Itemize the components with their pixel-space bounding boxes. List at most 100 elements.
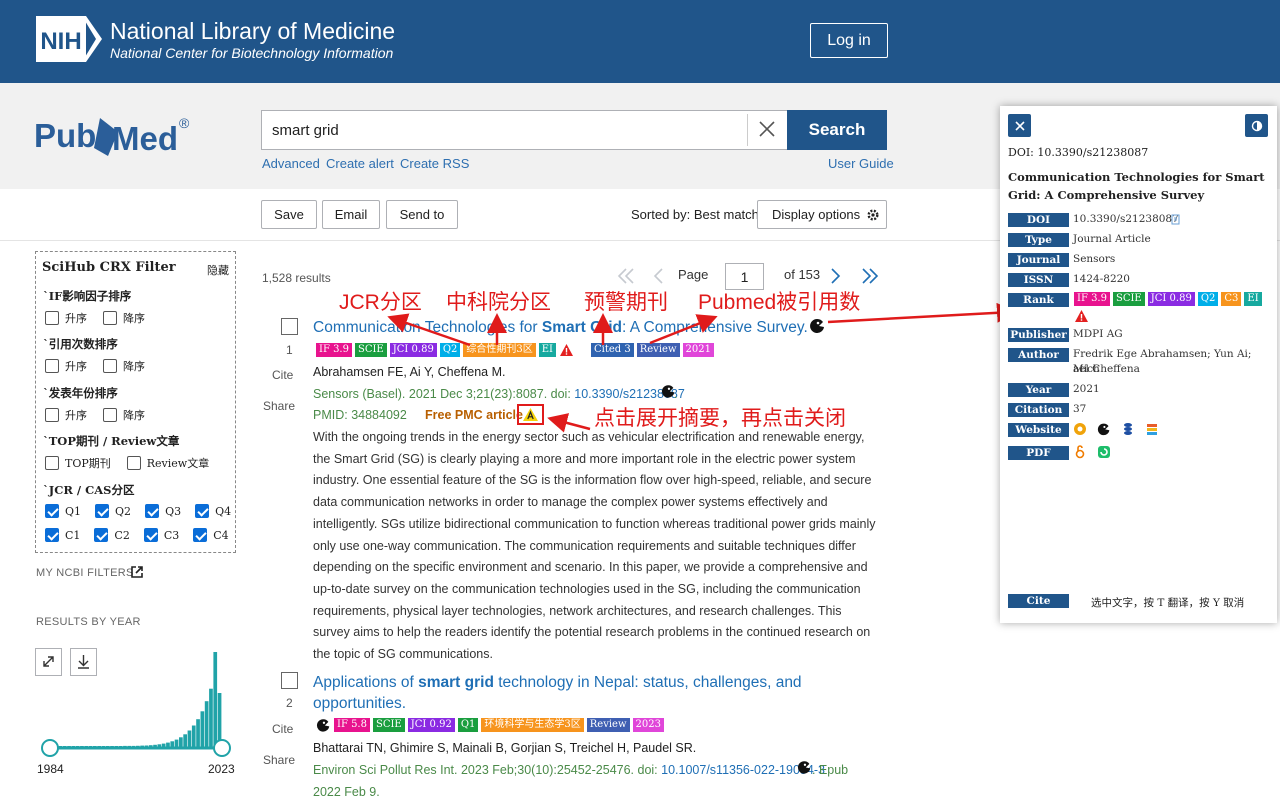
panel-doi-value[interactable]: 10.3390/s21238087 [1073, 212, 1179, 227]
article-1-checkbox[interactable] [281, 318, 298, 335]
panel-theme-button[interactable] [1245, 114, 1268, 137]
article-2-title[interactable]: Applications of smart grid technology in… [313, 672, 833, 714]
scihub-icon[interactable] [316, 718, 331, 732]
filter-hide-button[interactable]: 隐藏 [207, 262, 229, 278]
library-icon[interactable] [1121, 422, 1135, 436]
c3-label: C3 [163, 528, 180, 542]
cited-desc-checkbox[interactable] [103, 359, 117, 373]
results-by-year-label: RESULTS BY YEAR [36, 616, 141, 628]
results-by-year-chart[interactable] [36, 648, 236, 760]
free-pmc-label[interactable]: Free PMC article [425, 408, 523, 422]
year-bar [105, 746, 110, 748]
article-1-citation-text: Sensors (Basel). 2021 Dec 3;21(23):8087.… [313, 387, 575, 401]
article-2-title-highlight: smart grid [418, 674, 494, 691]
unpaywall-icon[interactable] [1073, 422, 1087, 436]
q1-checkbox[interactable] [45, 504, 59, 518]
panel-type-value: Journal Article [1073, 233, 1151, 245]
if-badge: IF 5.8 [334, 718, 370, 732]
open-access-icon[interactable] [1073, 445, 1087, 459]
if-desc-checkbox[interactable] [103, 311, 117, 325]
last-page-icon[interactable] [860, 267, 880, 285]
semantic-scholar-icon[interactable] [1145, 422, 1159, 436]
c4-label: C4 [213, 528, 229, 542]
article-1-share-button[interactable]: Share [263, 399, 295, 413]
article-2-checkbox[interactable] [281, 672, 298, 689]
year-desc-checkbox[interactable] [103, 408, 117, 422]
advanced-link[interactable]: Advanced [262, 156, 320, 171]
my-ncbi-filters-link[interactable]: MY NCBI FILTERS [36, 567, 134, 579]
article-2-share-button[interactable]: Share [263, 753, 295, 767]
panel-close-button[interactable] [1008, 114, 1031, 137]
send-to-button[interactable]: Send to [386, 200, 458, 229]
q4-checkbox[interactable] [195, 504, 210, 518]
annotation-expand: 点击展开摘要，再点击关闭 [594, 407, 846, 430]
search-input[interactable]: smart grid [261, 110, 787, 150]
scihub-icon[interactable] [809, 318, 826, 333]
article-1-title-highlight: Smart Grid [541, 319, 622, 336]
cas-zone-badge: 环境科学与生态学3区 [481, 718, 584, 732]
panel-website-icons [1073, 422, 1159, 436]
panel-doi-header: DOI: 10.3390/s21238087 [1008, 146, 1149, 159]
clear-search-icon[interactable] [756, 118, 778, 140]
create-alert-link[interactable]: Create alert [326, 156, 394, 171]
search-button[interactable]: Search [787, 110, 887, 150]
display-options-button[interactable]: Display options [757, 200, 887, 229]
pdf-download-icon[interactable] [1097, 445, 1111, 459]
article-1-title[interactable]: Communication Technologies for Smart Gri… [313, 317, 808, 338]
cas-zone-badge: C3 [1221, 292, 1242, 306]
panel-author-label: Author [1008, 348, 1069, 362]
panel-cite-button[interactable]: Cite [1008, 594, 1069, 608]
top-journal-checkbox[interactable] [45, 456, 59, 470]
c1-checkbox[interactable] [45, 528, 59, 542]
create-rss-link[interactable]: Create RSS [400, 156, 469, 171]
year-asc-checkbox[interactable] [45, 408, 59, 422]
nih-logo[interactable]: NIH [36, 16, 102, 62]
if-badge: IF 3.9 [316, 343, 352, 357]
if-asc-checkbox[interactable] [45, 311, 59, 325]
user-guide-link[interactable]: User Guide [828, 156, 894, 171]
pubmed-logo[interactable]: Pub Med ® [34, 112, 199, 164]
year-bar [161, 743, 166, 748]
sorted-by-label[interactable]: Sorted by: Best match [631, 207, 759, 222]
copy-icon[interactable] [1171, 214, 1181, 225]
article-2-cite-button[interactable]: Cite [272, 722, 293, 736]
pubmed-logo-med: Med [112, 120, 178, 157]
c4-checkbox[interactable] [193, 528, 208, 542]
cited-asc-checkbox[interactable] [45, 359, 59, 373]
next-page-icon[interactable] [828, 267, 842, 285]
article-2-number: 2 [286, 696, 293, 710]
abstract-toggle-button[interactable] [517, 404, 544, 425]
filter-section-cited: `引用次数排序 [43, 337, 118, 351]
results-count: 1,528 results [262, 271, 331, 285]
year-bar [80, 746, 84, 748]
scihub-icon[interactable] [1097, 422, 1111, 436]
first-page-icon[interactable] [616, 267, 636, 285]
jci-badge: JCI 0.92 [407, 718, 455, 732]
cited-badge[interactable]: Cited 3 [591, 343, 634, 357]
warning-icon[interactable] [559, 343, 574, 357]
top-journal-label: TOP期刊 [65, 457, 111, 470]
save-button[interactable]: Save [261, 200, 317, 229]
c1-label: C1 [65, 528, 81, 542]
q2-checkbox[interactable] [95, 504, 110, 518]
c3-checkbox[interactable] [143, 528, 158, 542]
if-badge: IF 3.9 [1074, 292, 1110, 306]
external-link-icon[interactable] [131, 566, 143, 578]
close-icon [1014, 120, 1025, 131]
scihub-doi-icon[interactable] [797, 760, 812, 774]
q2-label: Q2 [115, 504, 132, 518]
panel-pdf-icons [1073, 445, 1111, 459]
article-1-cite-button[interactable]: Cite [272, 368, 293, 382]
year-bar [110, 746, 114, 748]
warning-icon[interactable] [1074, 309, 1089, 323]
prev-page-icon[interactable] [652, 267, 666, 285]
c2-label: C2 [114, 528, 130, 542]
q3-checkbox[interactable] [145, 504, 160, 518]
email-button[interactable]: Email [322, 200, 380, 229]
login-button[interactable]: Log in [810, 23, 888, 58]
filter-row-jcr-q: Q1 Q2 Q3 Q4 [45, 504, 231, 518]
review-checkbox[interactable] [126, 456, 141, 470]
c2-checkbox[interactable] [94, 528, 109, 542]
year-bar [101, 746, 106, 748]
jcr-quartile-badge: Q2 [439, 343, 461, 357]
